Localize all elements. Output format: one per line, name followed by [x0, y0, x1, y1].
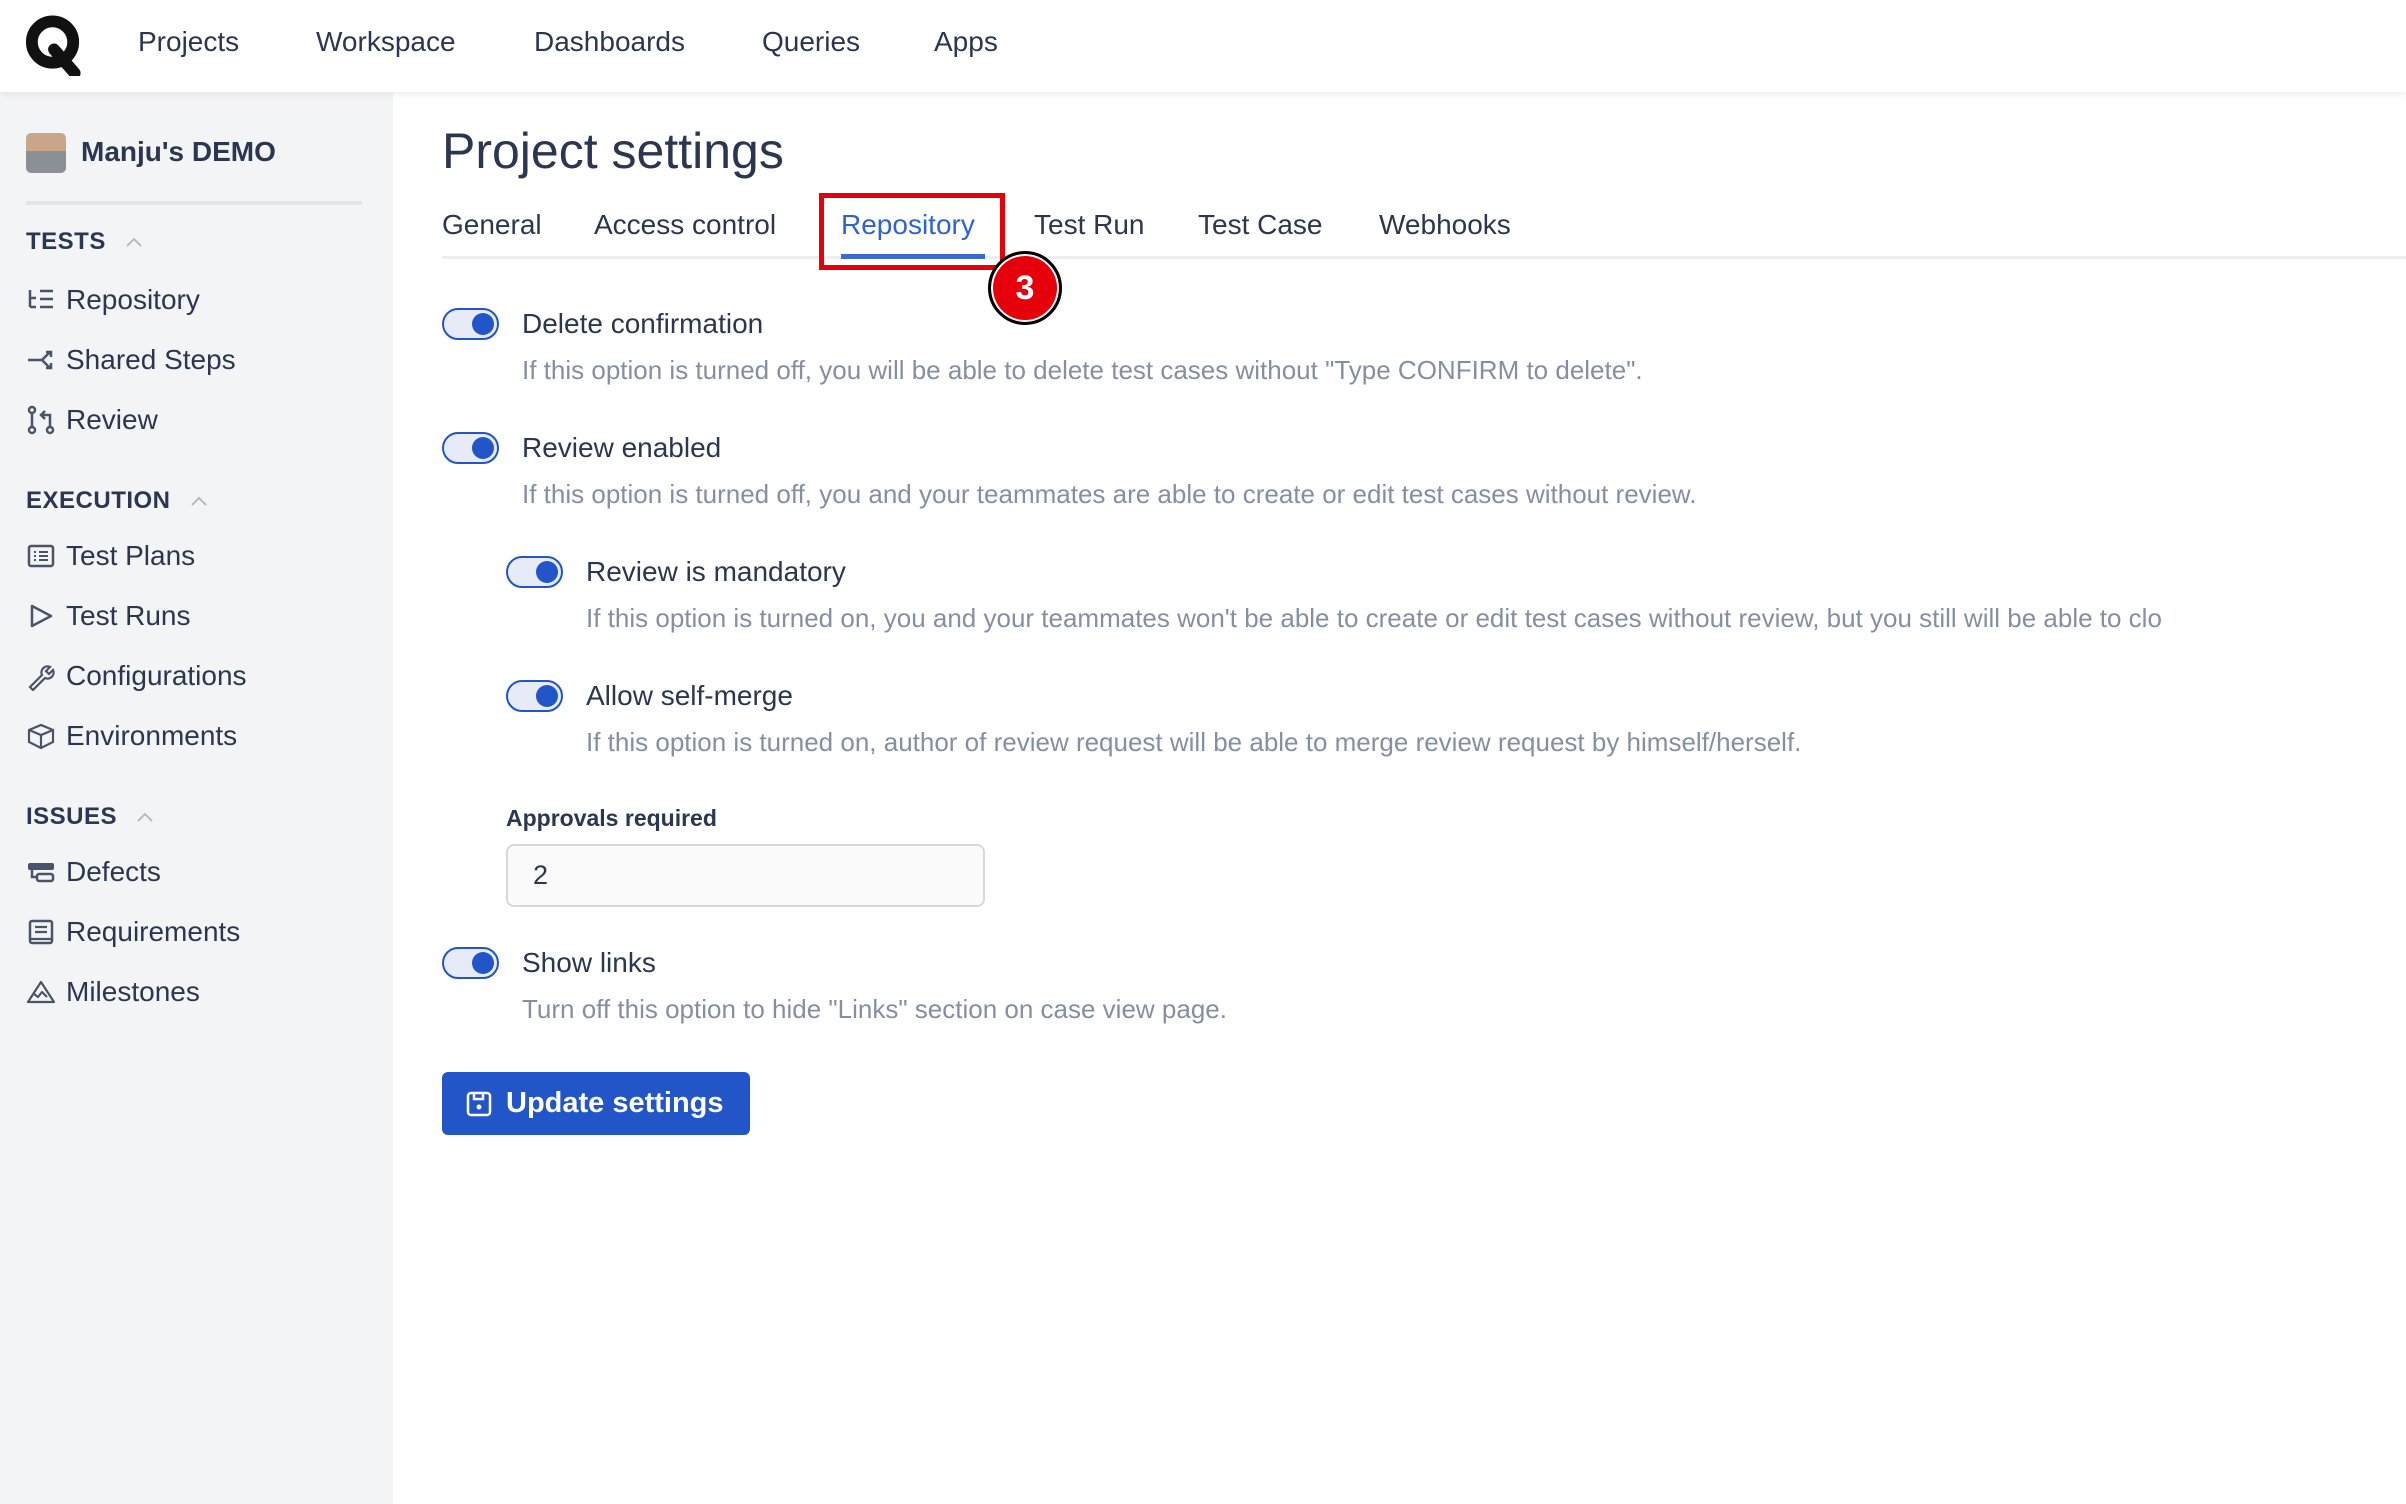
section-title: ISSUES	[26, 803, 118, 830]
tab-webhooks[interactable]: Webhooks	[1379, 209, 1511, 241]
qase-logo[interactable]	[24, 14, 84, 76]
sidebar-item-label: Test Plans	[66, 540, 196, 571]
setting-label: Review is mandatory	[586, 556, 846, 587]
update-settings-button[interactable]: Update settings	[442, 1072, 750, 1135]
approvals-required-label: Approvals required	[506, 805, 717, 831]
setting-label: Allow self-merge	[586, 680, 793, 711]
chevron-up-icon	[190, 496, 207, 506]
sidebar-item-label: Defects	[66, 856, 161, 887]
tabs-border	[442, 256, 2406, 259]
setting-description: Turn off this option to hide "Links" sec…	[522, 994, 1227, 1024]
show-links-toggle[interactable]	[442, 947, 499, 979]
project-name[interactable]: Manju's DEMO	[81, 136, 276, 168]
nav-projects[interactable]: Projects	[138, 26, 239, 58]
setting-description: If this option is turned on, you and you…	[586, 603, 2162, 633]
setting-description: If this option is turned on, author of r…	[586, 727, 1802, 757]
setting-description: If this option is turned off, you and yo…	[522, 479, 1697, 509]
avatar	[26, 133, 66, 173]
nav-apps[interactable]: Apps	[934, 26, 998, 58]
annotation-highlight-box	[819, 193, 1005, 270]
tab-general[interactable]: General	[442, 209, 542, 241]
tab-test-case[interactable]: Test Case	[1198, 209, 1323, 241]
sidebar-item-milestones[interactable]: Milestones	[26, 976, 200, 1008]
shared-steps-icon	[28, 350, 53, 370]
section-tests-header[interactable]: TESTS	[26, 228, 144, 256]
page-title: Project settings	[442, 123, 784, 179]
save-icon	[466, 1091, 492, 1116]
sidebar-item-test-runs[interactable]: Test Runs	[26, 600, 191, 632]
sidebar-item-label: Environments	[66, 720, 238, 751]
mountain-icon	[26, 980, 56, 1004]
chevron-up-icon	[126, 237, 142, 247]
sidebar: Manju's DEMO TESTS Repository Shared Ste…	[0, 92, 393, 1504]
divider	[26, 201, 362, 205]
wrench-icon	[28, 665, 55, 691]
top-navigation-bar: Projects Workspace Dashboards Queries Ap…	[0, 0, 2406, 92]
setting-description: If this option is turned off, you will b…	[522, 355, 1643, 385]
section-issues-header[interactable]: ISSUES	[26, 803, 155, 831]
sidebar-item-label: Milestones	[66, 976, 200, 1007]
nav-dashboards[interactable]: Dashboards	[534, 26, 685, 58]
nav-workspace[interactable]: Workspace	[316, 26, 456, 58]
update-settings-label: Update settings	[506, 1087, 724, 1119]
tab-test-run[interactable]: Test Run	[1034, 209, 1145, 241]
section-title: TESTS	[26, 228, 106, 255]
sidebar-item-environments[interactable]: Environments	[26, 720, 237, 752]
sidebar-item-test-plans[interactable]: Test Plans	[26, 540, 195, 572]
list-icon	[27, 544, 55, 568]
tab-access-control[interactable]: Access control	[594, 209, 776, 241]
play-icon	[30, 604, 53, 628]
sidebar-item-label: Configurations	[66, 660, 247, 691]
pull-request-icon	[27, 405, 55, 435]
approvals-required-input[interactable]: 2	[506, 844, 985, 907]
repository-tree-icon	[28, 289, 53, 309]
nav-queries[interactable]: Queries	[762, 26, 860, 58]
section-execution-header[interactable]: EXECUTION	[26, 487, 209, 515]
review-mandatory-toggle[interactable]	[506, 556, 563, 588]
delete-confirmation-toggle[interactable]	[442, 308, 499, 340]
sidebar-item-configurations[interactable]: Configurations	[26, 660, 247, 692]
allow-self-merge-toggle[interactable]	[506, 680, 563, 712]
review-enabled-toggle[interactable]	[442, 432, 499, 464]
sidebar-item-label: Repository	[66, 284, 200, 315]
document-icon	[28, 919, 54, 945]
sidebar-item-shared-steps[interactable]: Shared Steps	[26, 344, 236, 376]
sidebar-item-label: Test Runs	[66, 600, 191, 631]
defects-icon	[28, 863, 55, 883]
sidebar-item-label: Requirements	[66, 916, 241, 947]
setting-label: Review enabled	[522, 432, 722, 463]
sidebar-item-review[interactable]: Review	[26, 404, 158, 436]
annotation-step-badge: 3	[988, 251, 1062, 325]
sidebar-item-label: Shared Steps	[66, 344, 236, 375]
cube-icon	[27, 723, 55, 750]
chevron-up-icon	[137, 812, 153, 822]
sidebar-item-label: Review	[66, 404, 158, 435]
sidebar-item-repository[interactable]: Repository	[26, 284, 200, 316]
setting-label: Show links	[522, 947, 656, 978]
sidebar-item-requirements[interactable]: Requirements	[26, 916, 240, 948]
sidebar-item-defects[interactable]: Defects	[26, 856, 161, 888]
section-title: EXECUTION	[26, 487, 171, 514]
setting-label: Delete confirmation	[522, 308, 764, 339]
